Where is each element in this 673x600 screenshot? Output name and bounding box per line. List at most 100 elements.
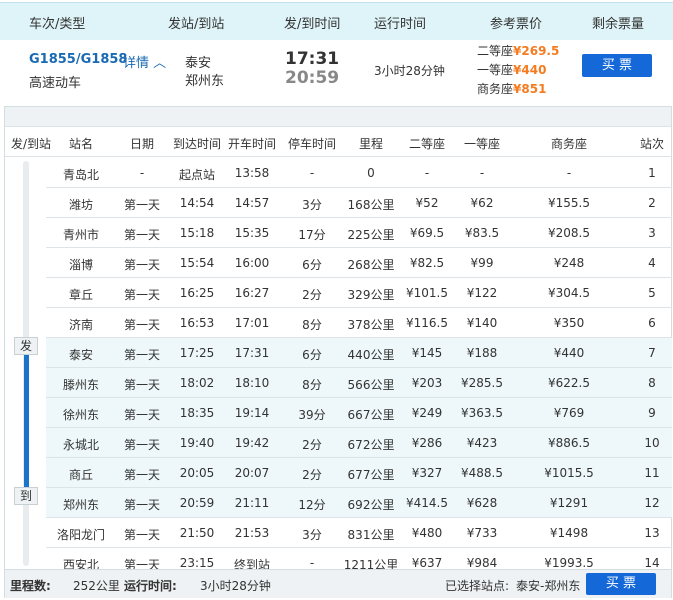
train-row: G1855/G1858 详情 ︿ 高速动车 泰安 郑州东 17:31 20:59…: [0, 40, 673, 106]
price-business: ¥440: [553, 346, 585, 360]
stop-index: 7: [648, 346, 656, 360]
distance: 692公里: [347, 498, 395, 512]
stop-duration: 6分: [302, 258, 322, 272]
stops-header: 发/到站 站名 日期 到达时间 开车时间 停车时间 里程 二等座 一等座 商务座 站次: [5, 127, 671, 157]
stop-index: 1: [648, 166, 656, 180]
stop-index: 5: [648, 286, 656, 300]
stop-duration: 3分: [302, 528, 322, 542]
train-number[interactable]: G1855/G1858: [29, 52, 127, 67]
price-2nd: ¥145: [411, 346, 443, 360]
arrive-time: 18:35: [179, 406, 215, 420]
table-row: 洛阳龙门 第一天 21:50 21:53 3分 831公里 ¥480 ¥733 ¥1498 13: [46, 518, 672, 548]
date: 第一天: [123, 318, 161, 332]
date: 第一天: [123, 468, 161, 482]
table-row: 郑州东 第一天 20:59 21:11 12分 692公里 ¥414.5 ¥628 ¥1291 1…: [46, 488, 672, 518]
stop-duration: 2分: [302, 438, 322, 452]
col-times: 发/到时间: [284, 17, 341, 32]
result-header: 车次/类型 发站/到站 发/到时间 运行时间 参考票价 剩余票量: [0, 2, 673, 40]
arrive-time: 20:05: [179, 466, 215, 480]
arrive-time: 20:59: [285, 68, 340, 88]
depart-time: 19:42: [234, 436, 270, 450]
stop-duration: 8分: [302, 378, 322, 392]
price-1st: ¥99: [470, 256, 494, 270]
depart-time: 16:27: [234, 286, 270, 300]
distance-value: 252公里: [73, 579, 120, 593]
stops-panel: 发/到站 站名 日期 到达时间 开车时间 停车时间 里程 二等座 一等座 商务座 站次 青岛北 - 起点…: [4, 106, 672, 598]
price-1st: -: [479, 166, 485, 180]
details-label: 详情: [123, 56, 150, 71]
arrive-time: 17:25: [179, 346, 215, 360]
price-1st: ¥285.5: [461, 376, 503, 390]
date: 第一天: [123, 438, 161, 452]
price-value: ¥269.5: [513, 44, 560, 58]
stop-index: 12: [644, 496, 660, 510]
price-1st: ¥488.5: [461, 466, 503, 480]
depart-time: 17:01: [234, 316, 270, 330]
details-link[interactable]: 详情 ︿: [123, 52, 166, 71]
stop-duration: 2分: [302, 288, 322, 302]
depart-time: 18:10: [234, 376, 270, 390]
price-2nd: ¥327: [411, 466, 443, 480]
stop-index: 9: [648, 406, 656, 420]
distance-label: 里程数:: [10, 579, 51, 593]
arrive-time: 16:53: [179, 316, 215, 330]
col-price: 参考票价: [490, 17, 543, 32]
price-2nd: -: [424, 166, 430, 180]
price-1st: ¥628: [466, 496, 498, 510]
stop-duration: 6分: [302, 348, 322, 362]
price-business: ¥304.5: [548, 286, 590, 300]
selected-label: 已选择站点:: [445, 579, 510, 593]
price-2nd: ¥480: [411, 526, 443, 540]
stop-index: 10: [644, 436, 660, 450]
stop-index: 14: [644, 556, 660, 570]
footer: 里程数: 252公里 运行时间: 3小时28分钟 已选择站点: 泰安-郑州东 买…: [5, 569, 671, 598]
distance: 168公里: [347, 198, 395, 212]
table-row: 青岛北 - 起点站 13:58 - 0 - - - 1: [46, 158, 672, 188]
station-name: 郑州东: [62, 498, 100, 512]
stop-duration: 3分: [302, 198, 322, 212]
distance: 566公里: [347, 378, 395, 392]
price-business: ¥1993.5: [544, 556, 594, 570]
depart-time: 21:53: [234, 526, 270, 540]
arrive-time: 23:15: [179, 556, 215, 570]
from-station: 泰安: [185, 56, 212, 71]
col-stop: 停车时间: [287, 137, 337, 151]
table-row: 徐州东 第一天 18:35 19:14 39分 667公里 ¥249 ¥363.5 ¥769 9: [46, 398, 672, 428]
station-name: 青岛北: [62, 168, 100, 182]
footer-buy-button[interactable]: 买 票: [586, 573, 656, 595]
col-duration: 运行时间: [374, 17, 427, 32]
station-name: 青州市: [62, 228, 100, 242]
selected-route-bar: [24, 347, 29, 497]
station-name: 泰安: [68, 348, 94, 362]
price-1st: ¥140: [466, 316, 498, 330]
price-2nd: ¥69.5: [409, 226, 445, 240]
table-row: 章丘 第一天 16:25 16:27 2分 329公里 ¥101.5 ¥122 ¥304.5 5: [46, 278, 672, 308]
price-1st: ¥62: [470, 196, 494, 210]
station-name: 济南: [68, 318, 94, 332]
selected-value: 泰安-郑州东: [516, 579, 581, 593]
distance: 677公里: [347, 468, 395, 482]
stop-index: 3: [648, 226, 656, 240]
arrive-time: 16:25: [179, 286, 215, 300]
col-distance: 里程: [358, 137, 384, 151]
buy-button[interactable]: 买 票: [582, 54, 652, 77]
price-2nd: ¥203: [411, 376, 443, 390]
col-arrive: 到达时间: [172, 137, 222, 151]
price-business: ¥208.5: [548, 226, 590, 240]
depart-time: 17:31: [285, 49, 340, 69]
duration: 3小时28分钟: [374, 64, 445, 78]
station-name: 永城北: [62, 438, 100, 452]
arrive-time: 起点站: [178, 168, 216, 182]
stop-index: 6: [648, 316, 656, 330]
price-1st: ¥984: [466, 556, 498, 570]
price-2nd: ¥249: [411, 406, 443, 420]
station-name: 商丘: [68, 468, 94, 482]
table-row: 商丘 第一天 20:05 20:07 2分 677公里 ¥327 ¥488.5 ¥1015.5 1…: [46, 458, 672, 488]
col-station: 站名: [68, 137, 94, 151]
price-value: ¥440: [513, 63, 547, 77]
stop-index: 13: [644, 526, 660, 540]
station-name: 滕州东: [62, 378, 100, 392]
seat-label: 二等座: [477, 44, 514, 58]
distance: 268公里: [347, 258, 395, 272]
arrive-time: 15:54: [179, 256, 215, 270]
